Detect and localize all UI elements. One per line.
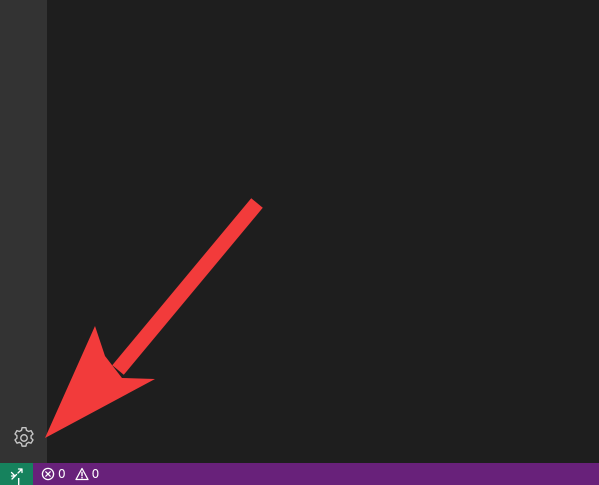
mouse-cursor-icon: [18, 478, 20, 485]
manage-button[interactable]: [0, 424, 47, 452]
warning-count: 0: [91, 467, 100, 481]
editor-area: [47, 0, 599, 463]
error-count: 0: [58, 467, 66, 481]
error-icon: [41, 467, 55, 481]
problems-indicator[interactable]: 0 0: [33, 463, 104, 485]
gear-icon: [13, 427, 34, 447]
activity-bar: [0, 0, 47, 463]
vscode-window: 0 0: [0, 0, 599, 485]
status-bar: 0 0: [0, 463, 599, 485]
warning-icon: [74, 467, 89, 481]
